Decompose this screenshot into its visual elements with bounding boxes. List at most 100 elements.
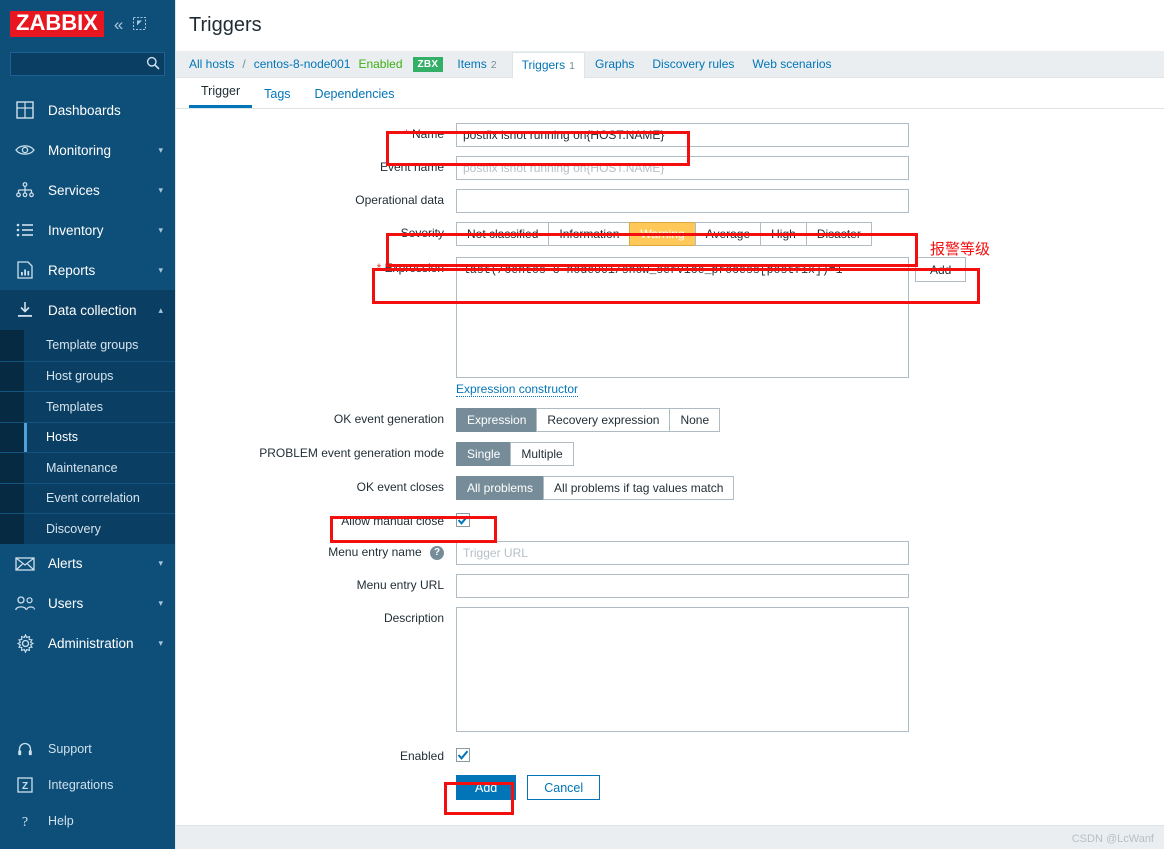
chevron-down-icon: ▾ (158, 638, 163, 648)
zabbix-logo[interactable]: ZABBIX (10, 11, 104, 37)
problem-event-option-multiple[interactable]: Multiple (510, 442, 574, 466)
menu-entry-url-input[interactable] (456, 574, 909, 598)
problem-event-option-single[interactable]: Single (456, 442, 511, 466)
ok-event-closes-option-tag-values-match[interactable]: All problems if tag values match (543, 476, 735, 500)
sidebar-item-dashboards[interactable]: Dashboards (0, 90, 175, 130)
tab-dependencies[interactable]: Dependencies (303, 83, 407, 108)
chevron-down-icon: ▾ (158, 144, 163, 155)
sidebar-item-discovery[interactable]: Discovery (0, 513, 175, 544)
expression-constructor-link[interactable]: Expression constructor (456, 382, 579, 397)
menu-entry-name-input[interactable] (456, 541, 909, 565)
field-description: Description (176, 607, 1164, 735)
required-asterisk: * (376, 261, 382, 275)
envelope-icon (14, 553, 36, 575)
breadcrumb: All hosts / centos-8-node001 Enabled ZBX… (176, 51, 1164, 79)
enabled-checkbox[interactable] (456, 747, 470, 762)
sidebar-item-inventory[interactable]: Inventory ▾ (0, 210, 175, 250)
expression-textarea[interactable] (456, 257, 909, 378)
sidebar-sub-label: Discovery (46, 521, 101, 536)
ok-event-option-recovery-expression[interactable]: Recovery expression (536, 408, 670, 432)
sidebar-item-label: Alerts (48, 556, 83, 571)
severity-option-disaster[interactable]: Disaster (805, 222, 872, 246)
tab-tags[interactable]: Tags (252, 83, 302, 108)
severity-option-average[interactable]: Average (694, 222, 761, 246)
label-text: Menu entry name (328, 545, 422, 559)
field-label: Menu entry URL (356, 578, 444, 592)
sidebar-item-template-groups[interactable]: Template groups (0, 330, 175, 361)
breadcrumb-host[interactable]: centos-8-node001 (254, 57, 351, 71)
tab-label: Items (457, 57, 487, 71)
chevron-up-icon: ▴ (158, 304, 163, 315)
headset-icon (14, 738, 36, 760)
field-ok-event-closes: OK event closes All problems All problem… (176, 476, 1164, 500)
sidebar-sub-label: Template groups (46, 338, 139, 353)
tab-trigger[interactable]: Trigger (189, 80, 253, 108)
sidebar-item-maintenance[interactable]: Maintenance (0, 452, 175, 483)
severity-option-high[interactable]: High (760, 222, 806, 246)
field-label: Menu entry name ? (176, 541, 456, 560)
host-status[interactable]: Enabled (358, 57, 402, 71)
severity-option-not-classified[interactable]: Not classified (456, 222, 549, 246)
ok-event-option-expression[interactable]: Expression (456, 408, 537, 432)
tab-count: 2 (490, 59, 497, 71)
tab-label: Web scenarios (752, 57, 832, 71)
breadcrumb-tab-discovery-rules[interactable]: Discovery rules (652, 57, 734, 71)
collapse-sidebar-icon[interactable]: « (114, 16, 123, 33)
field-menu-entry-url: Menu entry URL (176, 574, 1164, 598)
sidebar-item-label: Users (48, 596, 84, 611)
breadcrumb-tab-graphs[interactable]: Graphs (595, 57, 634, 71)
sidebar-item-event-correlation[interactable]: Event correlation (0, 482, 175, 514)
question-mark-icon: ? (14, 810, 36, 832)
svg-text:Z: Z (22, 781, 28, 792)
tab-label: Graphs (595, 57, 635, 71)
field-problem-event-generation-mode: PROBLEM event generation mode Single Mul… (176, 442, 1164, 466)
sidebar-item-monitoring[interactable]: Monitoring ▾ (0, 130, 175, 170)
breadcrumb-tab-triggers[interactable]: Triggers 1 (511, 51, 586, 79)
sidebar-item-help[interactable]: ? Help (0, 803, 175, 839)
sidebar-item-administration[interactable]: Administration ▾ (0, 624, 175, 664)
breadcrumb-all-hosts[interactable]: All hosts (189, 57, 234, 71)
ok-event-closes-selector: All problems All problems if tag values … (456, 476, 735, 500)
sidebar-item-alerts[interactable]: Alerts ▾ (0, 544, 175, 584)
name-input[interactable] (456, 123, 909, 147)
sidebar-item-hosts[interactable]: Hosts (0, 421, 175, 452)
sidebar-item-integrations[interactable]: Z Integrations (0, 767, 175, 803)
sidebar-item-data-collection[interactable]: Data collection ▴ (0, 290, 175, 330)
event-name-input[interactable] (456, 156, 909, 180)
severity-selector: Not classified Information Warning Avera… (456, 222, 872, 246)
add-button[interactable]: Add (456, 775, 517, 800)
services-tree-icon (14, 179, 36, 201)
sidebar-item-services[interactable]: Services ▾ (0, 170, 175, 210)
expression-add-button[interactable]: Add (915, 257, 967, 282)
cancel-button[interactable]: Cancel (527, 775, 601, 800)
ok-event-closes-option-all-problems[interactable]: All problems (456, 476, 544, 500)
breadcrumb-tab-items[interactable]: Items 2 (457, 57, 496, 71)
trigger-form: * Name Event name Operational data Sever… (176, 109, 1164, 800)
zbx-agent-badge[interactable]: ZBX (412, 56, 444, 72)
sidebar-item-host-groups[interactable]: Host groups (0, 360, 175, 392)
operational-data-input[interactable] (456, 189, 909, 213)
zabbix-z-icon: Z (14, 774, 36, 796)
field-label: Description (383, 611, 444, 625)
description-textarea[interactable] (456, 607, 909, 732)
users-icon (14, 593, 36, 615)
allow-manual-close-checkbox[interactable] (456, 512, 470, 527)
sidebar-item-label: Support (48, 742, 92, 756)
sidebar-item-templates[interactable]: Templates (0, 391, 175, 422)
data-collection-submenu: Template groups Host groups Templates Ho… (0, 330, 175, 544)
help-icon[interactable]: ? (430, 545, 444, 560)
severity-option-warning[interactable]: Warning (629, 222, 695, 246)
sidebar-item-users[interactable]: Users ▾ (0, 584, 175, 624)
sidebar-sub-label: Host groups (46, 369, 114, 384)
sidebar-item-reports[interactable]: Reports ▾ (0, 250, 175, 290)
breadcrumb-tab-web-scenarios[interactable]: Web scenarios (752, 57, 831, 71)
ok-event-option-none[interactable]: None (669, 408, 721, 432)
severity-option-information[interactable]: Information (548, 222, 630, 246)
footer-bar (176, 825, 1164, 849)
sidebar: ZABBIX « Dashboards Monitoring ▾ Service… (0, 0, 175, 849)
sidebar-item-support[interactable]: Support (0, 731, 175, 767)
search-input[interactable] (10, 52, 165, 76)
sidebar-item-label: Administration (48, 636, 134, 651)
chevron-down-icon: ▾ (158, 598, 163, 608)
expand-sidebar-icon[interactable] (133, 16, 147, 32)
